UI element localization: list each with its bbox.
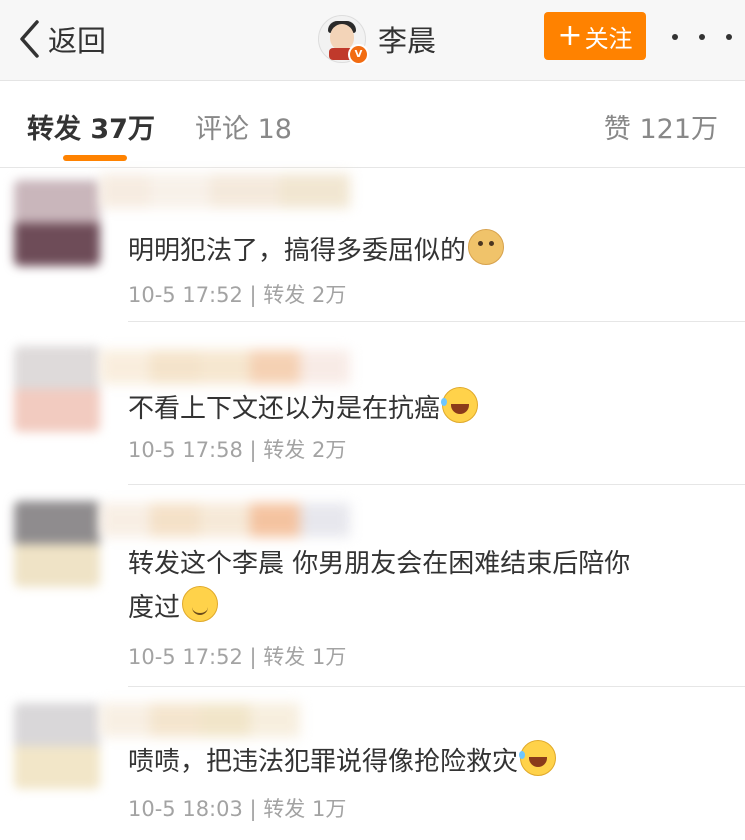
tab-likes[interactable]: 赞 121万 [604,107,718,146]
repost-item[interactable]: 转发这个李晨 你男朋友会在困难结束后陪你 度过 10-5 17:52 | 转发 … [0,485,745,687]
avatar[interactable] [14,501,100,587]
avatar[interactable] [14,703,100,789]
repost-text: 不看上下文还以为是在抗癌 [128,386,479,432]
username-redacted[interactable] [100,503,350,537]
more-dot-icon [672,34,678,40]
username-redacted[interactable] [100,703,350,737]
top-bar: 返回 V 李晨 + 关注 [0,0,745,81]
smile-icon [182,586,219,622]
follow-label: 关注 [584,24,633,53]
chevron-left-icon [18,19,40,59]
avatar[interactable]: V [318,15,369,65]
profile-header[interactable]: V 李晨 [318,14,436,65]
back-label: 返回 [48,24,107,58]
avatar[interactable] [14,180,100,266]
repost-meta: 10-5 18:03 | 转发 1万 [128,797,347,821]
active-tab-indicator [63,155,127,161]
plus-icon: + [557,18,583,53]
laugh-cry-icon [441,387,479,423]
username-redacted[interactable] [100,350,350,384]
more-options-button[interactable] [672,22,732,52]
repost-text-line1: 转发这个李晨 你男朋友会在困难结束后陪你 [128,549,631,579]
back-button[interactable]: 返回 [18,16,106,62]
verified-badge-icon: V [348,44,369,65]
repost-text-content: 明明犯法了，搞得多委屈似的 [128,236,467,266]
avatar[interactable] [14,346,100,432]
repost-item[interactable]: 明明犯法了，搞得多委屈似的 10-5 17:52 | 转发 2万 [0,168,745,322]
repost-text: 明明犯法了，搞得多委屈似的 [128,228,505,274]
more-dot-icon [726,34,732,40]
profile-name[interactable]: 李晨 [378,18,436,60]
repost-meta: 10-5 17:52 | 转发 1万 [128,645,347,669]
repost-item[interactable]: 不看上下文还以为是在抗癌 10-5 17:58 | 转发 2万 [0,322,745,485]
repost-item[interactable]: 啧啧，把违法犯罪说得像抢险救灾 10-5 18:03 | 转发 1万 [0,687,745,840]
repost-meta: 10-5 17:58 | 转发 2万 [128,438,347,462]
more-dot-icon [699,34,705,40]
repost-text: 啧啧，把违法犯罪说得像抢险救灾 [128,739,557,785]
tab-reposts[interactable]: 转发 37万 [27,107,155,146]
tab-comments[interactable]: 评论 18 [195,107,292,146]
doge-icon [468,229,505,265]
tab-bar: 转发 37万 评论 18 赞 121万 [0,81,745,168]
follow-button[interactable]: + 关注 [544,12,646,60]
repost-text-content: 度过 [128,593,181,623]
repost-meta: 10-5 17:52 | 转发 2万 [128,283,347,307]
laugh-cry-icon [519,740,557,776]
repost-text-line2: 度过 [128,585,219,631]
repost-text-content: 不看上下文还以为是在抗癌 [128,394,441,424]
username-redacted[interactable] [100,174,350,208]
repost-text-content: 啧啧，把违法犯罪说得像抢险救灾 [128,747,519,777]
